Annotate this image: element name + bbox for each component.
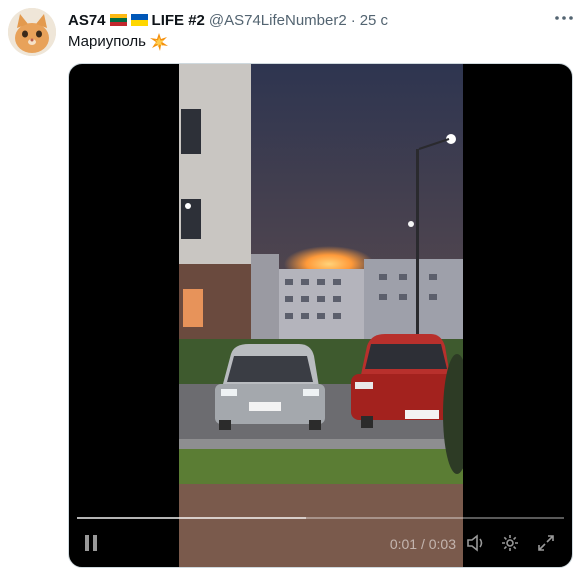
tweet[interactable]: AS74 LIFE #2 @AS74LifeNumber2 · 25 с Мар…: [0, 0, 588, 573]
progress-fill: [77, 517, 306, 519]
video-controls: 0:01 / 0:03: [69, 507, 572, 567]
pause-icon[interactable]: [79, 531, 103, 555]
author-name-prefix[interactable]: AS74: [68, 12, 106, 29]
more-icon[interactable]: [554, 8, 574, 28]
volume-icon[interactable]: [464, 531, 488, 555]
author-handle[interactable]: @AS74LifeNumber2: [209, 12, 347, 29]
tweet-timestamp[interactable]: 25 с: [360, 12, 388, 29]
fullscreen-icon[interactable]: [534, 531, 558, 555]
settings-icon[interactable]: [498, 531, 522, 555]
video-still-image: [179, 64, 463, 567]
lithuania-flag-icon: [109, 14, 127, 26]
collision-icon: [149, 33, 168, 51]
video-frame[interactable]: [179, 64, 463, 567]
tweet-text: Мариуполь: [68, 32, 168, 52]
header-separator: ·: [350, 11, 356, 29]
cat-avatar-image: [8, 8, 56, 56]
time-readout: 0:01 / 0:03: [390, 536, 456, 552]
duration: 0:03: [428, 536, 456, 552]
tweet-header: AS74 LIFE #2 @AS74LifeNumber2 · 25 с: [68, 10, 388, 30]
progress-bar[interactable]: [77, 517, 564, 519]
ukraine-flag-icon: [130, 14, 148, 26]
author-name-suffix[interactable]: LIFE #2: [152, 12, 205, 29]
avatar[interactable]: [8, 8, 56, 56]
current-time: 0:01: [389, 536, 418, 552]
time-separator: /: [420, 536, 425, 552]
video-player[interactable]: 0:01 / 0:03: [68, 63, 573, 568]
tweet-text-content: Мариуполь: [68, 33, 146, 50]
